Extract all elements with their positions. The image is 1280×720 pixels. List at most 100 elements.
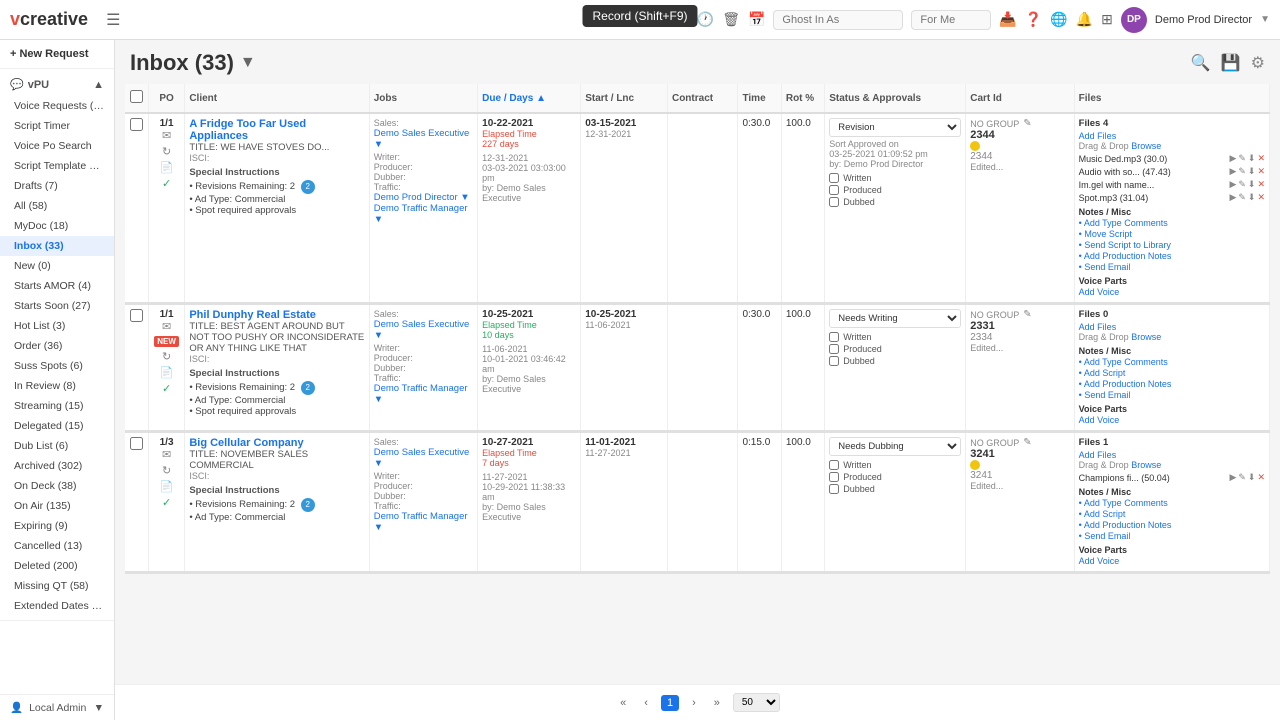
status-select[interactable]: Needs Writing (829, 309, 961, 328)
prod-director[interactable]: Demo Prod Director ▼ (374, 192, 473, 203)
sidebar-item-in-review[interactable]: In Review (8) (0, 376, 114, 396)
produced-checkbox[interactable] (829, 185, 839, 195)
document-icon[interactable]: 📄 (160, 161, 174, 174)
sidebar-item-inbox[interactable]: Inbox (33) (0, 236, 114, 256)
email-icon[interactable]: ✉ (162, 320, 171, 333)
note-link[interactable]: • Add Type Comments (1079, 218, 1265, 228)
document-icon[interactable]: 📄 (160, 366, 174, 379)
written-checkbox[interactable] (829, 173, 839, 183)
delete-icon[interactable]: ✕ (1257, 166, 1265, 177)
ghost-as-input[interactable] (773, 10, 903, 30)
user-dropdown-icon[interactable]: ▼ (1260, 14, 1270, 25)
sales-person[interactable]: Demo Sales Executive ▼ (374, 319, 473, 341)
vpu-header[interactable]: 💬 vPU ▲ (0, 73, 114, 96)
produced-checkbox[interactable] (829, 344, 839, 354)
page-last-button[interactable]: » (709, 695, 725, 711)
download-icon[interactable]: ⬇ (1248, 153, 1256, 164)
new-request-button[interactable]: + New Request (0, 40, 114, 69)
sidebar-item-cancelled[interactable]: Cancelled (13) (0, 536, 114, 556)
sidebar-item-on-deck[interactable]: On Deck (38) (0, 476, 114, 496)
user-name[interactable]: Demo Prod Director (1155, 14, 1252, 26)
note-link[interactable]: • Add Type Comments (1079, 498, 1265, 508)
client-name[interactable]: Phil Dunphy Real Estate (189, 309, 364, 321)
note-link[interactable]: • Add Production Notes (1079, 251, 1265, 261)
play-icon[interactable]: ▶ (1229, 153, 1236, 164)
dubbed-checkbox[interactable] (829, 484, 839, 494)
for-me-input[interactable] (911, 10, 991, 30)
browse-link[interactable]: Browse (1131, 332, 1161, 342)
status-select[interactable]: Revision (829, 118, 961, 137)
sidebar-item-delegated[interactable]: Delegated (15) (0, 416, 114, 436)
trash-icon[interactable]: 🗑 (722, 11, 740, 28)
browse-link[interactable]: Browse (1131, 141, 1161, 151)
inbox-icon[interactable]: 📥 (999, 11, 1016, 28)
note-link[interactable]: • Add Type Comments (1079, 357, 1265, 367)
sidebar-item-all[interactable]: All (58) (0, 196, 114, 216)
sidebar-item-dub-list[interactable]: Dub List (6) (0, 436, 114, 456)
add-voice-link[interactable]: Add Voice (1079, 287, 1265, 297)
sales-person[interactable]: Demo Sales Executive ▼ (374, 447, 473, 469)
vpu-collapse-icon[interactable]: ▲ (93, 79, 104, 91)
edit-icon[interactable]: ✎ (1238, 179, 1246, 190)
sidebar-item-archived[interactable]: Archived (302) (0, 456, 114, 476)
hamburger-icon[interactable]: ☰ (106, 10, 120, 30)
local-admin-button[interactable]: 👤 Local Admin ▼ (0, 694, 114, 720)
sales-person[interactable]: Demo Sales Executive ▼ (374, 128, 473, 150)
delete-icon[interactable]: ✕ (1257, 192, 1265, 203)
per-page-select[interactable]: 25 50 100 (733, 693, 780, 712)
page-first-button[interactable]: « (615, 695, 631, 711)
notifications-icon[interactable]: 🔔 (1076, 11, 1093, 28)
dubbed-checkbox[interactable] (829, 356, 839, 366)
note-link[interactable]: • Add Production Notes (1079, 379, 1265, 389)
title-dropdown-icon[interactable]: ▼ (240, 54, 256, 72)
settings-icon[interactable]: ⚙ (1251, 53, 1265, 73)
play-icon[interactable]: ▶ (1229, 166, 1236, 177)
written-checkbox[interactable] (829, 460, 839, 470)
sidebar-item-streaming[interactable]: Streaming (15) (0, 396, 114, 416)
client-name[interactable]: Big Cellular Company (189, 437, 364, 449)
sidebar-item-new[interactable]: New (0) (0, 256, 114, 276)
edit-icon[interactable]: ✎ (1238, 166, 1246, 177)
sidebar-item-voice-po-search[interactable]: Voice Po Search (0, 136, 114, 156)
sidebar-item-script-timer[interactable]: Script Timer (0, 116, 114, 136)
sidebar-item-my-doc[interactable]: MyDoc (18) (0, 216, 114, 236)
edit-icon[interactable]: ✎ (1238, 153, 1246, 164)
sidebar-item-script-template[interactable]: Script Template Library (0, 156, 114, 176)
browse-link[interactable]: Browse (1131, 460, 1161, 470)
download-icon[interactable]: ⬇ (1248, 192, 1256, 203)
sidebar-item-missing-qt[interactable]: Missing QT (58) (0, 576, 114, 596)
col-header-due[interactable]: Due / Days ▲ (478, 84, 581, 113)
sidebar-item-voice-requests[interactable]: Voice Requests (U) (0, 96, 114, 116)
download-icon[interactable]: ⬇ (1248, 179, 1256, 190)
row-checkbox[interactable] (130, 118, 143, 131)
browser-icon[interactable]: 🌐 (1050, 11, 1067, 28)
note-link[interactable]: • Send Email (1079, 390, 1265, 400)
play-icon[interactable]: ▶ (1229, 192, 1236, 203)
document-icon[interactable]: 📄 (160, 480, 174, 493)
note-link[interactable]: • Move Script (1079, 229, 1265, 239)
page-prev-button[interactable]: ‹ (639, 695, 653, 711)
search-icon[interactable]: 🔍 (1191, 53, 1211, 73)
note-link[interactable]: • Send Email (1079, 531, 1265, 541)
add-voice-link[interactable]: Add Voice (1079, 556, 1265, 566)
cart-edit-icon[interactable]: ✎ (1023, 118, 1031, 129)
check-icon[interactable]: ✓ (162, 382, 171, 395)
refresh-icon[interactable]: ↻ (162, 145, 171, 158)
sidebar-item-order[interactable]: Order (36) (0, 336, 114, 356)
play-icon[interactable]: ▶ (1229, 179, 1236, 190)
sidebar-item-starts-soon[interactable]: Starts Soon (27) (0, 296, 114, 316)
delete-icon[interactable]: ✕ (1257, 179, 1265, 190)
sidebar-item-extended-dates[interactable]: Extended Dates (0) (0, 596, 114, 616)
note-link[interactable]: • Send Script to Library (1079, 240, 1265, 250)
status-select[interactable]: Needs Dubbing (829, 437, 961, 456)
sidebar-item-expiring[interactable]: Expiring (9) (0, 516, 114, 536)
sidebar-item-drafts[interactable]: Drafts (7) (0, 176, 114, 196)
produced-checkbox[interactable] (829, 472, 839, 482)
add-voice-link[interactable]: Add Voice (1079, 415, 1265, 425)
cart-edit-icon[interactable]: ✎ (1023, 437, 1031, 448)
save-icon[interactable]: 💾 (1221, 53, 1241, 73)
calendar-icon[interactable]: 📅 (748, 11, 765, 28)
logo[interactable]: vcreative (10, 9, 88, 30)
written-checkbox[interactable] (829, 332, 839, 342)
add-files-link[interactable]: Add Files (1079, 450, 1265, 460)
